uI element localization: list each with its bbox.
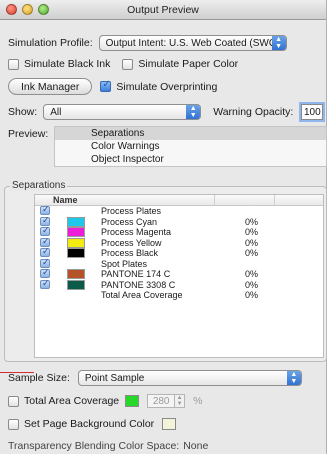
separation-name: Process Plates: [101, 206, 162, 216]
show-row: Show: All ▲ ▼ Warning Opacity: 100: [8, 104, 324, 120]
separation-row[interactable]: Process Plates: [35, 206, 323, 217]
show-popup[interactable]: All ▲ ▼: [43, 104, 202, 120]
show-value: All: [50, 106, 62, 118]
separation-row[interactable]: Spot Plates: [35, 259, 323, 270]
simulate-ink-row: Simulate Black Ink Simulate Paper Color: [8, 58, 238, 70]
coverage-color-swatch[interactable]: [125, 395, 140, 407]
popup-arrows-icon: ▲ ▼: [271, 36, 286, 50]
separation-checkboxes: [40, 204, 54, 290]
separation-percent: 0%: [245, 290, 259, 300]
ink-color-swatch: [67, 279, 85, 290]
separation-row[interactable]: Process Yellow 0%: [35, 237, 323, 249]
page-background-row: Set Page Background Color: [8, 418, 184, 430]
preview-label-row: Preview:: [8, 128, 48, 140]
preview-item-separations[interactable]: Separations: [55, 127, 326, 140]
ink-color-swatch: [67, 227, 85, 237]
separation-row[interactable]: Total Area Coverage 0%: [35, 290, 323, 301]
preview-list: Separations Color Warnings Object Inspec…: [54, 126, 327, 167]
window-title: Output Preview: [127, 4, 199, 16]
blending-row: Transparency Blending Color Space: None: [8, 440, 208, 452]
blending-value: None: [183, 440, 209, 452]
page-background-label: Set Page Background Color: [24, 418, 155, 430]
ink-color-swatch: [67, 269, 85, 279]
separation-row[interactable]: PANTONE 174 C 0%: [35, 269, 323, 280]
name-column-header[interactable]: Name: [35, 195, 215, 205]
ink-color-swatch: [67, 248, 85, 258]
sample-size-label: Sample Size:: [8, 372, 70, 384]
separation-name: Total Area Coverage: [101, 290, 183, 300]
separations-table-header: Name: [35, 195, 323, 206]
blending-label: Transparency Blending Color Space:: [8, 440, 180, 452]
show-label: Show:: [8, 106, 38, 118]
sample-size-value: Point Sample: [84, 372, 145, 384]
warning-opacity-label: Warning Opacity:: [213, 106, 294, 118]
sample-size-popup[interactable]: Point Sample ▲ ▼: [77, 370, 302, 386]
preview-label: Preview:: [8, 128, 49, 140]
page-background-color-swatch[interactable]: [162, 418, 177, 430]
title-bar: Output Preview: [0, 0, 326, 20]
separation-row[interactable]: Process Cyan 0%: [35, 216, 323, 228]
separation-row[interactable]: PANTONE 3308 C 0%: [35, 279, 323, 291]
simulate-black-ink-label: Simulate Black Ink: [24, 58, 111, 70]
separations-rows: Process Plates Process Cyan 0% Process Mage…: [35, 206, 323, 301]
coverage-value-field[interactable]: 280: [147, 394, 176, 408]
simulation-profile-label: Simulation Profile:: [8, 37, 93, 49]
total-area-coverage-row: Total Area Coverage 280 ▲ ▼ %: [8, 394, 203, 408]
ink-color-swatch: [67, 237, 85, 248]
separation-percent: 0%: [245, 216, 259, 227]
separation-percent: 0%: [245, 279, 259, 290]
simulate-paper-color-checkbox[interactable]: [122, 58, 134, 70]
separation-percent: 0%: [245, 269, 259, 279]
warning-opacity-field[interactable]: 100: [301, 104, 324, 120]
ink-color-swatch: [67, 216, 85, 227]
separation-visibility-checkbox[interactable]: [40, 278, 50, 289]
preview-item-color-warnings[interactable]: Color Warnings: [55, 140, 326, 153]
simulate-overprinting-label: Simulate Overprinting: [116, 80, 218, 93]
separation-row[interactable]: Process Magenta 0%: [35, 227, 323, 238]
separation-percent: 0%: [245, 227, 259, 237]
total-area-coverage-label: Total Area Coverage: [24, 395, 120, 407]
simulate-paper-color-label: Simulate Paper Color: [138, 58, 239, 70]
sample-size-row: Sample Size: Point Sample ▲ ▼: [8, 370, 302, 386]
popup-arrows-icon: ▲ ▼: [286, 371, 301, 385]
popup-arrows-icon: ▲ ▼: [186, 105, 201, 119]
simulation-profile-popup[interactable]: Output Intent: U.S. Web Coated (SWOP) v2…: [98, 35, 287, 51]
preview-item-object-inspector[interactable]: Object Inspector: [55, 153, 326, 166]
separation-percent: 0%: [245, 237, 259, 248]
page-background-checkbox[interactable]: [8, 418, 19, 430]
coverage-stepper[interactable]: ▲ ▼: [175, 394, 186, 408]
output-preview-window: Output Preview Simulation Profile: Outpu…: [0, 0, 327, 454]
ink-manager-button[interactable]: Ink Manager: [8, 78, 93, 95]
separations-table: Name Process Plates Process Cyan 0% Process…: [34, 194, 324, 358]
column-header: [215, 195, 275, 205]
coverage-unit: %: [193, 395, 203, 407]
ink-manager-row: Ink Manager Simulate Overprinting: [8, 78, 217, 95]
simulate-overprinting-checkbox[interactable]: [100, 79, 112, 92]
separation-percent: 0%: [245, 248, 259, 258]
simulate-black-ink-checkbox[interactable]: [8, 58, 19, 70]
separation-name: Spot Plates: [101, 258, 148, 269]
simulation-profile-row: Simulation Profile: Output Intent: U.S. …: [8, 35, 287, 51]
total-area-coverage-checkbox[interactable]: [8, 395, 19, 407]
simulation-profile-value: Output Intent: U.S. Web Coated (SWOP) v2: [105, 37, 287, 49]
separation-row[interactable]: Process Black 0%: [35, 248, 323, 259]
separations-title: Separations: [10, 180, 68, 191]
